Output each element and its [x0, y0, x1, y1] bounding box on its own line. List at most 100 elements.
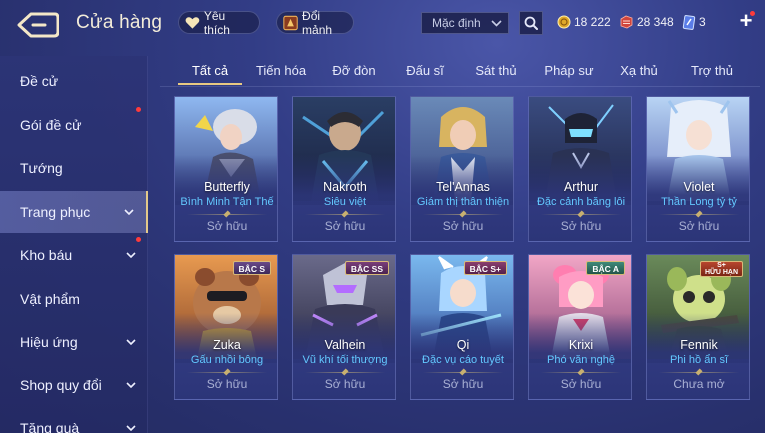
skin-grid: Butterfly Bình Minh Tận Thế Sở hữu Nakro… [174, 96, 764, 433]
sidebar-item-label: Trang phục [20, 204, 91, 220]
sidebar-item-effects[interactable]: Hiệu ứng [0, 321, 148, 363]
chevron-down-icon [491, 19, 502, 27]
ownership-status: Sở hữu [560, 377, 602, 391]
tier-badge: BẬC S [232, 261, 271, 275]
tab-assassin[interactable]: Sát thủ [466, 56, 526, 84]
ownership-status: Sở hữu [324, 377, 366, 391]
skin-card[interactable]: BẬC A Krixi Phó văn nghệ Sở hữu [528, 254, 632, 400]
sidebar-item-label: Tặng quà [20, 420, 80, 433]
sidebar-item-heroes[interactable]: Tướng [0, 147, 148, 189]
notification-dot [136, 237, 141, 242]
chevron-down-icon [126, 252, 136, 258]
chevron-down-icon [124, 209, 134, 215]
hero-name: Nakroth [323, 180, 367, 194]
chevron-down-icon [126, 339, 136, 345]
sidebar-item-bundles[interactable]: Gói đề cử [0, 104, 148, 146]
ownership-status: Chưa mở [673, 377, 725, 391]
ownership-status: Sở hữu [206, 377, 248, 391]
ownership-status: Sở hữu [324, 219, 366, 233]
hero-name: Fennik [680, 338, 718, 352]
chevron-down-icon [126, 425, 136, 431]
skin-name: Đặc vụ cáo tuyết [422, 354, 504, 366]
skin-card[interactable]: Nakroth Siêu việt Sở hữu [292, 96, 396, 242]
tier-badge: S+ HỮU HẠN [699, 261, 743, 277]
tab-fighter[interactable]: Đấu sĩ [398, 56, 452, 84]
skin-card[interactable]: Violet Thần Long tỷ tỷ Sở hữu [646, 96, 750, 242]
tab-tank[interactable]: Đỡ đòn [324, 56, 384, 84]
sidebar-item-featured[interactable]: Đề cử [0, 60, 148, 102]
limited-label: HỮU HẠN [704, 269, 738, 276]
page-title: Cửa hàng [76, 12, 163, 33]
hero-name: Violet [683, 180, 715, 194]
skin-card[interactable]: BẬC S+ Qi Đặc vụ cáo tuyết Sở hữu [410, 254, 514, 400]
favorites-button[interactable]: Yêu thích [178, 8, 260, 37]
sidebar-item-label: Gói đề cử [20, 117, 82, 133]
ticket-amount: 3 [699, 15, 706, 29]
tier-badge-label: S+ [717, 262, 726, 269]
ticket-icon [682, 14, 696, 30]
skin-card[interactable]: BẬC S Zuka Gấu nhồi bông Sở hữu [174, 254, 278, 400]
tab-marksman[interactable]: Xạ thủ [612, 56, 666, 84]
skin-card[interactable]: Tel'Annas Giám thị thân thiện Sở hữu [410, 96, 514, 242]
ownership-status: Sở hữu [206, 219, 248, 233]
shard-exchange-label: Đổi mảnh [302, 8, 333, 37]
skin-card[interactable]: Butterfly Bình Minh Tận Thế Sở hữu [174, 96, 278, 242]
sidebar-item-treasure[interactable]: Kho báu [0, 234, 148, 276]
heart-icon [185, 16, 200, 29]
sidebar-item-label: Hiệu ứng [20, 334, 78, 350]
hero-name: Valhein [324, 338, 366, 352]
shard-exchange-button[interactable]: Đổi mảnh [276, 8, 354, 37]
sidebar-item-gifts[interactable]: Tặng quà [0, 407, 148, 433]
skin-name: Gấu nhồi bông [190, 354, 264, 366]
gem-amount: 28 348 [637, 15, 674, 29]
active-tab-indicator [178, 83, 242, 85]
gold-balance: 18 222 [557, 13, 611, 31]
sidebar-item-exchange-shop[interactable]: Shop quy đổi [0, 364, 148, 406]
back-button[interactable] [14, 10, 60, 40]
ownership-status: Sở hữu [678, 219, 720, 233]
gold-coin-icon [557, 15, 571, 29]
sort-selected-value: Mặc định [432, 16, 481, 30]
skin-name: Bình Minh Tận Thế [180, 196, 274, 208]
search-button[interactable] [519, 11, 543, 35]
top-bar: Cửa hàng Yêu thích Đổi mảnh Mặc định 18 … [0, 0, 765, 46]
ownership-status: Sở hữu [560, 219, 602, 233]
tab-all[interactable]: Tất cả [178, 56, 242, 84]
hero-name: Qi [456, 338, 470, 352]
skin-card[interactable]: Arthur Đặc cảnh băng lôi Sở hữu [528, 96, 632, 242]
sidebar: Đề cử Gói đề cử Tướng Trang phục Kho báu… [0, 56, 148, 433]
ownership-status: Sở hữu [442, 219, 484, 233]
sidebar-item-items[interactable]: Vật phẩm [0, 278, 148, 320]
skin-name: Phó văn nghệ [547, 354, 615, 366]
chevron-down-icon [126, 382, 136, 388]
sidebar-item-label: Đề cử [20, 73, 59, 89]
shard-chest-icon [283, 15, 298, 30]
gold-amount: 18 222 [574, 15, 611, 29]
sidebar-item-label: Tướng [20, 160, 63, 176]
back-arrow-icon [17, 12, 59, 38]
tier-badge: BẬC A [586, 261, 625, 275]
sort-dropdown[interactable]: Mặc định [421, 12, 509, 34]
notification-dot [136, 107, 141, 112]
skin-name: Vũ khí tối thượng [302, 354, 388, 366]
skin-name: Phi hồ ẩn sĩ [669, 354, 729, 366]
sidebar-item-skins[interactable]: Trang phục [0, 191, 148, 233]
tab-evolution[interactable]: Tiến hóa [250, 56, 312, 84]
notification-dot [750, 11, 755, 16]
voucher-gem-icon [620, 15, 633, 29]
gem-balance: 28 348 [619, 13, 674, 31]
favorites-label: Yêu thích [203, 8, 230, 37]
skin-name: Thần Long tỷ tỷ [661, 196, 737, 208]
skin-name: Giám thị thân thiện [416, 196, 510, 208]
skin-card[interactable]: BẬC SS Valhein Vũ khí tối thượng Sở hữu [292, 254, 396, 400]
tabs-divider [160, 86, 760, 87]
tab-mage[interactable]: Pháp sư [538, 56, 600, 84]
hero-name: Tel'Annas [436, 180, 490, 194]
tier-badge: BẬC SS [344, 261, 389, 275]
role-tabs: Tất cả Tiến hóa Đỡ đòn Đấu sĩ Sát thủ Ph… [160, 56, 760, 87]
hero-name: Krixi [568, 338, 594, 352]
skin-card[interactable]: S+ HỮU HẠN Fennik Phi hồ ẩn sĩ Chưa mở [646, 254, 750, 400]
tier-badge: BẬC S+ [463, 261, 507, 275]
sidebar-item-label: Shop quy đổi [20, 377, 102, 393]
tab-support[interactable]: Trợ thủ [682, 56, 742, 84]
